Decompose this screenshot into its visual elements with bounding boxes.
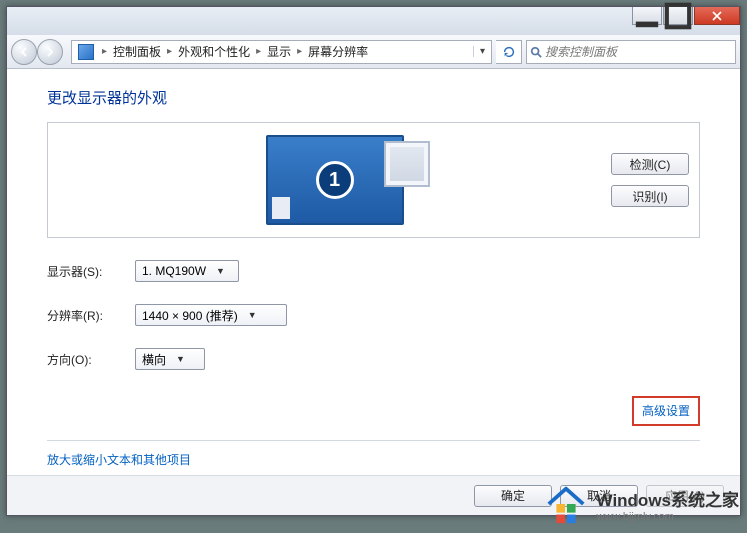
search-icon bbox=[527, 46, 545, 58]
cancel-button[interactable]: 取消 bbox=[560, 485, 638, 507]
chevron-down-icon: ▼ bbox=[248, 310, 257, 320]
chevron-down-icon: ▼ bbox=[216, 266, 225, 276]
content-area: 更改显示器的外观 1 检测(C) 识别(I) 显示器(S): 1. MQ190W… bbox=[7, 69, 740, 513]
navigation-bar: ▸ 控制面板 ▸ 外观和个性化 ▸ 显示 ▸ 屏幕分辨率 ▾ 搜索控制面板 bbox=[7, 35, 740, 69]
address-bar[interactable]: ▸ 控制面板 ▸ 外观和个性化 ▸ 显示 ▸ 屏幕分辨率 ▾ bbox=[71, 40, 492, 64]
search-placeholder: 搜索控制面板 bbox=[545, 43, 617, 60]
display-preview-panel: 1 检测(C) 识别(I) bbox=[47, 122, 700, 238]
chevron-right-icon: ▸ bbox=[100, 46, 109, 57]
monitor-number-badge: 1 bbox=[316, 161, 354, 199]
dialog-footer: 确定 取消 应用(A) bbox=[7, 475, 740, 515]
highlight-box: 高级设置 bbox=[632, 396, 700, 426]
breadcrumb-item[interactable]: 外观和个性化 bbox=[174, 43, 254, 60]
page-title: 更改显示器的外观 bbox=[47, 87, 700, 108]
detect-button[interactable]: 检测(C) bbox=[611, 153, 689, 175]
breadcrumb-item[interactable]: 显示 bbox=[263, 43, 295, 60]
secondary-device-preview bbox=[384, 141, 430, 187]
resolution-label: 分辨率(R): bbox=[47, 307, 135, 324]
resolution-value: 1440 × 900 (推荐) bbox=[142, 307, 238, 324]
control-panel-icon bbox=[78, 44, 94, 60]
maximize-button[interactable] bbox=[663, 7, 693, 25]
close-button[interactable] bbox=[694, 7, 740, 25]
search-input[interactable]: 搜索控制面板 bbox=[526, 40, 736, 64]
chevron-right-icon: ▸ bbox=[295, 46, 304, 57]
refresh-button[interactable] bbox=[496, 40, 522, 64]
control-panel-window: ▸ 控制面板 ▸ 外观和个性化 ▸ 显示 ▸ 屏幕分辨率 ▾ 搜索控制面板 更改… bbox=[6, 6, 741, 516]
display-value: 1. MQ190W bbox=[142, 264, 206, 278]
resolution-select[interactable]: 1440 × 900 (推荐) ▼ bbox=[135, 304, 287, 326]
display-label: 显示器(S): bbox=[47, 263, 135, 280]
advanced-settings-link[interactable]: 高级设置 bbox=[642, 404, 690, 418]
address-dropdown-icon[interactable]: ▾ bbox=[473, 46, 491, 57]
chevron-right-icon: ▸ bbox=[165, 46, 174, 57]
separator bbox=[47, 440, 700, 441]
orientation-label: 方向(O): bbox=[47, 351, 135, 368]
titlebar bbox=[7, 7, 740, 35]
nav-back-button[interactable] bbox=[11, 39, 37, 65]
display-select[interactable]: 1. MQ190W ▼ bbox=[135, 260, 239, 282]
minimize-button[interactable] bbox=[632, 7, 662, 25]
preview-taskbar bbox=[272, 197, 290, 219]
monitor-1-preview[interactable]: 1 bbox=[266, 135, 404, 225]
identify-button[interactable]: 识别(I) bbox=[611, 185, 689, 207]
apply-button[interactable]: 应用(A) bbox=[646, 485, 724, 507]
chevron-right-icon: ▸ bbox=[254, 46, 263, 57]
breadcrumb-item[interactable]: 控制面板 bbox=[109, 43, 165, 60]
orientation-select[interactable]: 横向 ▼ bbox=[135, 348, 205, 370]
orientation-value: 横向 bbox=[142, 351, 166, 368]
resize-text-link[interactable]: 放大或缩小文本和其他项目 bbox=[47, 453, 191, 467]
nav-forward-button[interactable] bbox=[37, 39, 63, 65]
breadcrumb-item[interactable]: 屏幕分辨率 bbox=[304, 43, 372, 60]
ok-button[interactable]: 确定 bbox=[474, 485, 552, 507]
chevron-down-icon: ▼ bbox=[176, 354, 185, 364]
